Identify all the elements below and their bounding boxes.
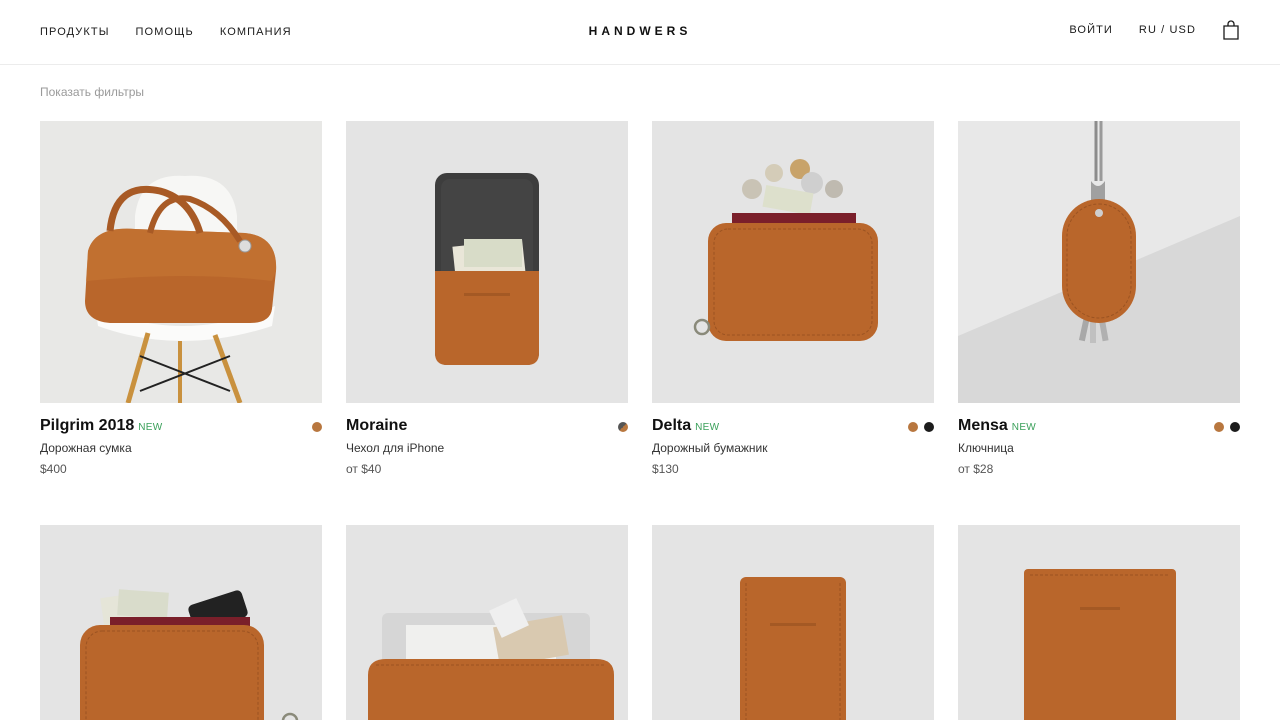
product-card-organizer[interactable] [40,525,322,720]
product-image-laptop-case[interactable] [346,525,628,720]
product-card-laptop-case[interactable] [346,525,628,720]
product-image-pilgrim[interactable] [40,121,322,403]
product-info: Delta NEW Дорожный бумажник $130 [652,403,934,500]
travel-wallet-illustration [652,121,934,403]
product-description: Дорожная сумка [40,441,132,455]
product-title-row: Pilgrim 2018 NEW [40,417,322,435]
product-image-organizer[interactable] [40,525,322,720]
product-title-row: Mensa NEW [958,417,1240,435]
swatch-tan-gray[interactable] [618,422,628,432]
product-card-delta[interactable]: Delta NEW Дорожный бумажник $130 [652,121,934,500]
login-link[interactable]: ВОЙТИ [1069,24,1113,36]
product-price: от $28 [958,462,994,476]
phone-sleeve-illustration [346,121,628,403]
product-info: Mensa NEW Ключница от $28 [958,403,1240,500]
swatch-tan[interactable] [1214,422,1224,432]
color-swatches [312,422,322,432]
swatch-black[interactable] [1230,422,1240,432]
key-holder-illustration [958,121,1240,403]
site-header: ПРОДУКТЫ ПОМОЩЬ КОМПАНИЯ HANDWERS ВОЙТИ … [0,0,1280,65]
product-card-pilgrim[interactable]: Pilgrim 2018 NEW Дорожная сумка $400 [40,121,322,500]
product-description: Ключница [958,441,1014,455]
nav-company-link[interactable]: КОМПАНИЯ [220,26,292,38]
product-grid: Pilgrim 2018 NEW Дорожная сумка $400 Mor… [40,121,1240,720]
product-info: Pilgrim 2018 NEW Дорожная сумка $400 [40,403,322,500]
product-image-document-folder[interactable] [958,525,1240,720]
product-image-moraine[interactable] [346,121,628,403]
product-image-long-sleeve[interactable] [652,525,934,720]
locale-switcher[interactable]: RU / USD [1139,24,1196,36]
product-description: Чехол для iPhone [346,441,445,455]
product-description: Дорожный бумажник [652,441,768,455]
product-title-row: Moraine [346,417,628,435]
zip-organizer-illustration [40,525,322,720]
color-swatches [1214,422,1240,432]
product-card-mensa[interactable]: Mensa NEW Ключница от $28 [958,121,1240,500]
nav-help-link[interactable]: ПОМОЩЬ [136,26,194,38]
product-price: $400 [40,462,67,476]
product-name[interactable]: Pilgrim 2018 [40,417,134,435]
product-price: $130 [652,462,679,476]
product-card-document-folder[interactable] [958,525,1240,720]
laptop-case-illustration [346,525,628,720]
product-name[interactable]: Mensa [958,417,1008,435]
product-price: от $40 [346,462,382,476]
color-swatches [908,422,934,432]
new-badge: NEW [1011,422,1037,433]
product-info: Moraine Чехол для iPhone от $40 [346,403,628,500]
main-nav: ПРОДУКТЫ ПОМОЩЬ КОМПАНИЯ [40,26,292,38]
brand-logo[interactable]: HANDWERS [589,24,692,38]
product-image-delta[interactable] [652,121,934,403]
product-name[interactable]: Delta [652,417,691,435]
account-nav: ВОЙТИ RU / USD [1069,20,1240,40]
swatch-tan[interactable] [908,422,918,432]
product-title-row: Delta NEW [652,417,934,435]
product-name[interactable]: Moraine [346,417,407,435]
product-card-moraine[interactable]: Moraine Чехол для iPhone от $40 [346,121,628,500]
leather-sleeve-illustration [652,525,934,720]
product-card-long-sleeve[interactable] [652,525,934,720]
new-badge: NEW [695,422,720,433]
show-filters-link[interactable]: Показать фильтры [40,85,144,99]
document-folder-illustration [958,525,1240,720]
swatch-black[interactable] [924,422,934,432]
swatch-tan[interactable] [312,422,322,432]
new-badge: NEW [138,422,163,433]
nav-products-link[interactable]: ПРОДУКТЫ [40,26,110,38]
product-image-mensa[interactable] [958,121,1240,403]
shopping-bag-icon[interactable] [1222,20,1240,40]
bag-on-chair-illustration [40,121,322,403]
color-swatches [618,422,628,432]
